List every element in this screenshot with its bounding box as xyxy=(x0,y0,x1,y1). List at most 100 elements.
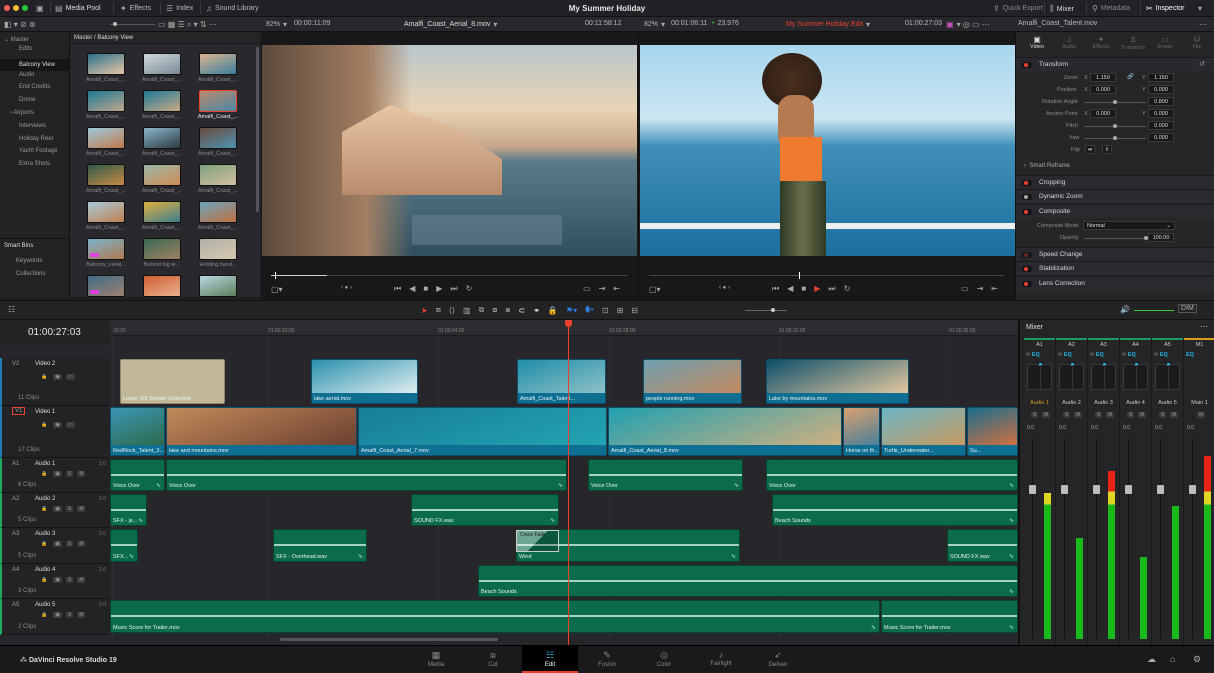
media-clip-thumbnail[interactable] xyxy=(87,53,125,75)
panel-toggle-icon[interactable]: ▣ xyxy=(36,4,44,13)
maximize-window-button[interactable] xyxy=(22,5,28,11)
metadata-button[interactable]: ⚲ Metadata xyxy=(1092,4,1130,13)
zoom-x-field[interactable]: 1.150 xyxy=(1090,73,1116,82)
smart-bin-keywords[interactable]: Keywords xyxy=(16,258,42,264)
page-tab-fusion[interactable]: ✎ Fusion xyxy=(579,646,635,673)
index-button[interactable]: ☰ Index xyxy=(166,4,193,13)
pan-control[interactable] xyxy=(1155,363,1180,390)
solo-button[interactable]: S xyxy=(65,612,74,618)
channel-mute-button[interactable]: M xyxy=(1074,412,1083,418)
channel-fader[interactable] xyxy=(1125,485,1132,494)
mixer-button[interactable]: ⫼ Mixer xyxy=(1050,4,1074,14)
channel-solo-button[interactable]: S xyxy=(1063,412,1071,418)
page-tab-cut[interactable]: ⧈ Cut xyxy=(465,646,521,673)
timeline-scrubber[interactable] xyxy=(649,272,1005,279)
page-tab-color[interactable]: ◎ Color xyxy=(636,646,692,673)
track-lock-icon[interactable]: 🔒 xyxy=(39,577,49,583)
opacity-field[interactable]: 100.00 xyxy=(1148,233,1174,242)
channel-effects[interactable]: fx EQ xyxy=(1090,352,1104,358)
bin-master[interactable]: ⌄ Master xyxy=(4,36,29,43)
position-y-field[interactable]: 0.000 xyxy=(1148,85,1174,94)
timeline-clip[interactable]: Amalfi_Coast_Aerial_7.mov xyxy=(358,407,607,456)
timeline-clip[interactable]: lake and mountains.mov xyxy=(166,407,357,456)
bin-item[interactable]: Interviews xyxy=(19,123,46,129)
timeline-clip[interactable]: lake aerial.mov xyxy=(311,359,418,404)
media-clip-thumbnail[interactable] xyxy=(143,238,181,260)
channel-effects[interactable]: fx EQ xyxy=(1058,352,1072,358)
timeline-clip[interactable]: RedRock_Talent_3... xyxy=(110,407,165,456)
auto-track-icon[interactable]: ▣ xyxy=(53,471,62,477)
solo-button[interactable]: S xyxy=(65,541,74,547)
timeline-clip[interactable]: Turtle_Underwater... xyxy=(881,407,966,456)
pitch-field[interactable]: 0.000 xyxy=(1148,121,1174,130)
playhead-handle[interactable] xyxy=(565,320,572,327)
media-clip-thumbnail[interactable] xyxy=(87,127,125,149)
effects-button[interactable]: ✦ Effects xyxy=(120,4,151,13)
inspector-tab-audio[interactable]: ♫ Audio xyxy=(1054,35,1084,50)
timeline-clip[interactable]: ∿ Voice Over xyxy=(110,459,165,491)
viewer-options-icons[interactable]: ▣ ▾ ◎ ▭ ⋯ xyxy=(946,20,990,29)
media-clip-thumbnail[interactable] xyxy=(199,201,237,223)
source-mark-controls[interactable]: ▭ ⇥ ⇤ xyxy=(583,284,620,293)
media-clip-thumbnail[interactable] xyxy=(87,90,125,112)
edit-tools[interactable]: ➤ ⧈ ⟨⟩ ▥ ⧉ ⧇ ⧆ ⊂ ⚭ 🔒 ⚑▾ ⬮▾ ⊡ ⊞ ⊟ xyxy=(421,305,638,315)
track-id[interactable]: V2 xyxy=(12,361,19,367)
timeline-clip[interactable]: ∿ Voice Over xyxy=(588,459,743,491)
channel-effects[interactable]: EQ xyxy=(1186,352,1194,358)
timeline-clip[interactable]: ∿ SOUND FX.wav xyxy=(947,529,1018,562)
yaw-slider[interactable] xyxy=(1084,136,1146,140)
solo-button[interactable]: S xyxy=(65,506,74,512)
pitch-slider[interactable] xyxy=(1084,124,1146,128)
timeline-clip[interactable]: ∿ SFX - je... xyxy=(110,494,147,526)
timeline-clip[interactable]: ∿ SOUND FX.wav xyxy=(411,494,559,526)
home-icon[interactable]: ⌂ xyxy=(1170,654,1175,664)
inspector-tab-transition[interactable]: ⧖ Transition xyxy=(1118,35,1148,51)
mixer-more-icon[interactable]: ⋯ xyxy=(1200,322,1208,331)
channel-effects[interactable]: fx EQ xyxy=(1026,352,1040,358)
media-clip-thumbnail[interactable] xyxy=(87,275,125,297)
track-id[interactable]: V1 xyxy=(12,407,26,415)
solo-button[interactable]: S xyxy=(65,471,74,477)
cropping-section[interactable]: Cropping xyxy=(1016,175,1214,189)
bin-item[interactable]: › Airports xyxy=(10,110,34,116)
source-scrubber[interactable] xyxy=(271,272,627,279)
page-tab-media[interactable]: ▦ Media xyxy=(408,646,464,673)
channel-fader[interactable] xyxy=(1093,485,1100,494)
composite-section[interactable]: Composite xyxy=(1016,204,1214,218)
timeline-clip[interactable]: Amalfi_Coast_Talent... xyxy=(517,359,606,404)
media-clip-thumbnail[interactable] xyxy=(143,201,181,223)
record-view-options[interactable]: ▢▾ xyxy=(649,285,661,294)
timeline-clip[interactable]: Horse on th... xyxy=(843,407,880,456)
timeline-clip[interactable]: ∿ Voice Over xyxy=(166,459,567,491)
page-tab-fairlight[interactable]: ♪ Fairlight xyxy=(693,646,749,673)
inspector-tab-effects[interactable]: ✦ Effects xyxy=(1086,35,1116,50)
inspector-tab-image[interactable]: ▭ Image xyxy=(1150,35,1180,50)
bin-item[interactable]: End Credits xyxy=(19,84,50,90)
channel-effects[interactable]: fx EQ xyxy=(1154,352,1168,358)
timeline-clip[interactable]: Amalfi_Coast_Aerial_8.mov xyxy=(608,407,842,456)
settings-gear-icon[interactable]: ⚙ xyxy=(1193,654,1201,665)
media-clip-thumbnail[interactable] xyxy=(143,90,181,112)
bin-item[interactable]: Holiday Reel xyxy=(19,136,53,142)
inspector-button[interactable]: ✂ Inspector xyxy=(1146,4,1185,13)
dim-button[interactable]: DIM xyxy=(1178,304,1197,313)
dynamic-zoom-section[interactable]: Dynamic Zoom xyxy=(1016,189,1214,203)
smart-reframe-section[interactable]: › Smart Reframe xyxy=(1024,163,1070,169)
source-view-options[interactable]: ▢▾ xyxy=(271,285,283,294)
page-tab-deliver[interactable]: ➶ Deliver xyxy=(750,646,806,673)
timeline-clip[interactable]: ∿ Beach Sounds xyxy=(772,494,1018,526)
mute-button[interactable]: M xyxy=(77,471,86,477)
source-jog[interactable]: ‹ ● › xyxy=(341,285,352,291)
auto-track-icon[interactable]: ▣ xyxy=(53,541,62,547)
sound-library-button[interactable]: ♫ Sound Library xyxy=(206,4,259,13)
auto-track-icon[interactable]: ▣ xyxy=(53,506,62,512)
anchor-y-field[interactable]: 0.000 xyxy=(1148,109,1174,118)
flip-vertical-button[interactable]: ⇳ xyxy=(1102,145,1112,154)
timeline-clip[interactable]: ∿ Music Score for Trailer.mov xyxy=(881,600,1018,633)
media-clip-thumbnail[interactable] xyxy=(143,164,181,186)
bin-item[interactable]: Extra Shots xyxy=(19,161,50,167)
track-id[interactable]: A2 xyxy=(12,496,19,502)
inspector-tab-file[interactable]: ⛁ File xyxy=(1182,35,1212,50)
source-transport-controls[interactable]: ⏮ ◀ ■ ▶ ⏭ ↻ xyxy=(394,284,472,294)
timeline-clip[interactable]: people running.mov xyxy=(643,359,742,404)
